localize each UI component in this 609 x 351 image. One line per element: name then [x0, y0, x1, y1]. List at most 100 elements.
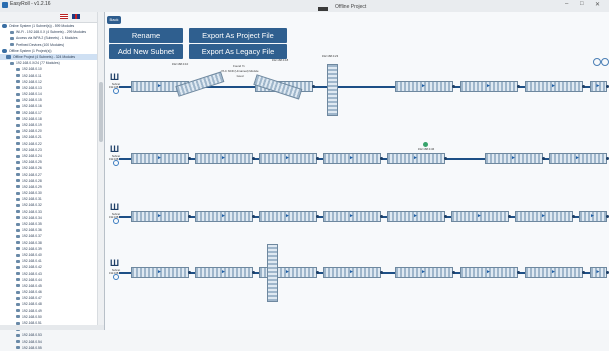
minimize-button[interactable]: – [565, 1, 568, 7]
module-node [517, 85, 520, 88]
project-tree-panel: Online System (1 Subnet(s)) - 599 Module… [0, 12, 105, 350]
rename-button[interactable]: Rename [109, 28, 183, 43]
module-icon [16, 166, 20, 170]
module-node [252, 271, 255, 274]
module-ip-label: 192.168.0.16 [22, 104, 42, 109]
module-icon [16, 315, 20, 319]
conveyor-module[interactable]: ► [579, 211, 607, 222]
module-icon [16, 135, 20, 139]
module-ip-label: 192.168.0.15 [22, 98, 42, 103]
conveyor-vertical[interactable] [327, 64, 338, 116]
conveyor-module[interactable]: ► [451, 211, 509, 222]
us-flag-icon[interactable] [60, 14, 68, 19]
module-ip-label: 192.168.0.25 [22, 160, 42, 165]
module-ip-label: 192.168.0.55 [22, 345, 42, 350]
flow-arrow-icon: ► [349, 155, 354, 161]
conveyor-module[interactable]: ► [131, 153, 189, 164]
conveyor-module[interactable]: ► [195, 267, 253, 278]
close-button[interactable]: ✕ [595, 1, 600, 8]
subnet-icon[interactable]: Ш [110, 202, 120, 212]
refresh-icon[interactable] [113, 218, 119, 224]
flow-arrow-icon: ► [221, 213, 226, 219]
uk-flag-icon[interactable] [72, 14, 80, 19]
module-icon [16, 86, 20, 90]
flow-arrow-icon: ► [551, 83, 556, 89]
module-icon [16, 117, 20, 121]
tree-hscrollbar[interactable] [0, 325, 104, 330]
module-ip-label: 192.168.0.23 [22, 147, 42, 152]
flow-arrow-icon: ► [349, 213, 354, 219]
module-ip-label: 192.168.0.48 [22, 302, 42, 307]
module-node [252, 157, 255, 160]
module-icon [16, 129, 20, 133]
module-ip-label: 192.168.0.36 [22, 228, 42, 233]
module-ip-label: 192.168.0.31 [22, 197, 42, 202]
flow-arrow-icon: ► [477, 213, 482, 219]
conveyor-module[interactable]: ► [525, 81, 583, 92]
module-icon [16, 222, 20, 226]
module-node [188, 215, 191, 218]
refresh-icon[interactable] [113, 88, 119, 94]
title-bar-marker [318, 7, 328, 11]
conveyor-diagonal[interactable] [175, 71, 225, 97]
module-ip-label: 192.168.0.44 [22, 277, 42, 282]
maximize-button[interactable]: □ [580, 1, 584, 7]
network-icon [2, 48, 7, 53]
module-node [188, 157, 191, 160]
module-node [312, 85, 315, 88]
export-legacy-button[interactable]: Export As Legacy File [189, 44, 287, 59]
tree-module-row[interactable]: 192.168.0.55 [0, 345, 104, 351]
back-button[interactable]: Back [107, 16, 121, 24]
conveyor-module[interactable]: ► [323, 211, 381, 222]
module-icon [10, 61, 14, 65]
export-project-button[interactable]: Export As Project File [189, 28, 287, 43]
add-subnet-button[interactable]: Add New Subnet [109, 44, 183, 59]
conveyor-module[interactable]: ► [485, 153, 543, 164]
subnet-icon[interactable]: Ш [110, 72, 120, 82]
subnet-icon[interactable]: Ш [110, 144, 120, 154]
conveyor-module[interactable]: ► [195, 153, 253, 164]
tree-node-label: 192.168.0.X/24 (77 Modules) [16, 61, 60, 66]
flow-arrow-icon: ► [575, 155, 580, 161]
conveyor-vertical[interactable] [267, 244, 278, 302]
conveyor-module[interactable]: ► [515, 211, 573, 222]
conveyor-diagonal[interactable] [253, 74, 303, 100]
module-ip-label: 192.168.0.34 [22, 215, 42, 220]
module-icon [16, 204, 20, 208]
conveyor-module[interactable]: ► [549, 153, 607, 164]
conveyor-module[interactable]: ► [323, 153, 381, 164]
conveyor-module[interactable]: ► [259, 211, 317, 222]
flow-arrow-icon: ► [285, 269, 290, 275]
module-icon [16, 265, 20, 269]
scroll-thumb[interactable] [99, 82, 103, 142]
module-icon [16, 296, 20, 300]
flow-arrow-icon: ► [511, 155, 516, 161]
conveyor-module[interactable]: ► [259, 153, 317, 164]
module-icon [16, 284, 20, 288]
module-ip-label: 192.168.0.42 [22, 265, 42, 270]
conveyor-module[interactable]: ► [323, 267, 381, 278]
flow-arrow-icon: ► [486, 269, 491, 275]
module-ip-label: 192.168.0.54 [22, 339, 42, 344]
module-ip-label: 192.168.0.39 [22, 246, 42, 251]
conveyor-module[interactable]: ► [525, 267, 583, 278]
conveyor-module[interactable]: ► [590, 267, 607, 278]
conveyor-module[interactable]: ► [387, 153, 445, 164]
module-ip-label: 192.168.0.28 [22, 178, 42, 183]
conveyor-module[interactable]: ► [131, 267, 189, 278]
conveyor-module[interactable]: ► [131, 211, 189, 222]
flow-arrow-icon: ► [157, 155, 162, 161]
module-icon [16, 259, 20, 263]
tree-scrollbar[interactable] [97, 12, 104, 330]
conveyor-module[interactable]: ► [387, 211, 445, 222]
refresh-icon[interactable] [113, 160, 119, 166]
conveyor-module[interactable]: ► [590, 81, 607, 92]
subnet-icon[interactable]: Ш [110, 258, 120, 268]
refresh-icon[interactable] [113, 274, 119, 280]
conveyor-module[interactable]: ► [460, 267, 518, 278]
conveyor-module[interactable]: ► [460, 81, 518, 92]
conveyor-module[interactable]: ► [395, 81, 453, 92]
conveyor-module[interactable]: ► [395, 267, 453, 278]
app-title: EasyRoll - v1.2.16 [10, 1, 51, 7]
conveyor-module[interactable]: ► [195, 211, 253, 222]
